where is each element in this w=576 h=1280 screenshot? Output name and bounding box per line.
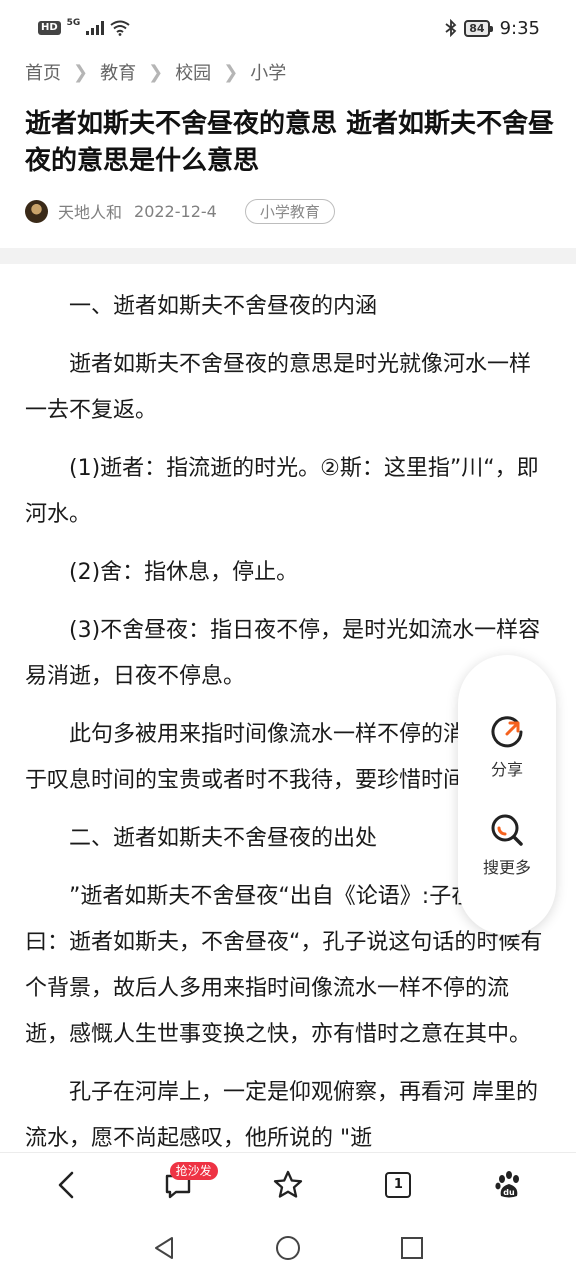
- search-more-label: 搜更多: [482, 858, 531, 877]
- page-title: 逝者如斯夫不舍昼夜的意思 逝者如斯夫不舍昼夜的意思是什么意思: [25, 109, 555, 176]
- category-tag[interactable]: 小学教育: [244, 198, 335, 224]
- search-icon: [491, 814, 523, 846]
- tabs-button[interactable]: 1: [368, 1159, 428, 1211]
- breadcrumb-home[interactable]: 首页: [25, 59, 61, 85]
- baidu-paw-icon: du: [495, 1170, 519, 1197]
- author-name[interactable]: 天地人和: [58, 199, 122, 223]
- breadcrumb-primary-school[interactable]: 小学: [250, 59, 286, 85]
- author-avatar[interactable]: [25, 199, 48, 223]
- share-icon: [491, 716, 523, 748]
- star-icon: [273, 1170, 303, 1198]
- favorite-button[interactable]: [258, 1159, 318, 1211]
- bluetooth-icon: [445, 19, 457, 37]
- chevron-right-icon: ❯: [148, 61, 164, 83]
- signal-icon: [86, 21, 105, 35]
- breadcrumb-education[interactable]: 教育: [100, 59, 136, 85]
- network-type: 5G: [66, 18, 81, 28]
- floating-action-panel: 分享 搜更多: [458, 655, 556, 935]
- article-paragraph: (2)舍：指休息，停止。: [69, 560, 299, 585]
- chevron-right-icon: ❯: [73, 61, 89, 83]
- nav-back-icon[interactable]: [150, 1234, 178, 1262]
- system-nav-bar: [0, 1216, 576, 1280]
- status-right: 84 9:35: [444, 18, 540, 39]
- chevron-right-icon: ❯: [223, 61, 239, 83]
- share-button[interactable]: 分享: [487, 712, 527, 780]
- tab-count: 1: [385, 1171, 412, 1198]
- comment-button[interactable]: 抢沙发: [148, 1159, 218, 1211]
- article-paragraph: 逝者如斯夫不舍昼夜的意思是时光就像河水一样一去不复返。: [25, 352, 532, 423]
- hd-badge: HD: [38, 21, 61, 35]
- svg-text:du: du: [503, 1188, 515, 1197]
- battery-icon: 84: [464, 19, 493, 37]
- bottom-toolbar: 抢沙发 1 du: [0, 1152, 576, 1216]
- breadcrumb-campus[interactable]: 校园: [175, 59, 211, 85]
- search-more-button[interactable]: 搜更多: [483, 810, 531, 878]
- section-divider: [0, 248, 576, 264]
- chevron-left-icon: [58, 1171, 74, 1198]
- article-paragraph: (1)逝者：指流逝的时光。②斯：这里指”川“，即河水。: [25, 456, 539, 527]
- comment-badge: 抢沙发: [169, 1161, 218, 1180]
- app-root: HD 5G 84 9:35 首页 ❯ 教育 ❯ 校园 ❯ 小学 逝者如斯夫不舍昼: [0, 0, 576, 1280]
- publish-date: 2022-12-4: [134, 201, 217, 221]
- nav-recents-icon[interactable]: [398, 1234, 426, 1262]
- article-meta: 天地人和 2022-12-4 小学教育: [25, 196, 335, 226]
- baidu-home-button[interactable]: du: [479, 1159, 539, 1211]
- status-left: HD 5G: [38, 18, 130, 36]
- status-bar: HD 5G 84 9:35: [0, 0, 576, 56]
- nav-home-icon[interactable]: [274, 1234, 302, 1262]
- back-button[interactable]: [37, 1159, 97, 1211]
- wifi-icon: [110, 20, 130, 36]
- article-paragraph: 一、逝者如斯夫不舍昼夜的内涵: [69, 294, 378, 319]
- breadcrumb: 首页 ❯ 教育 ❯ 校园 ❯ 小学: [25, 56, 286, 88]
- share-label: 分享: [490, 760, 523, 779]
- status-time: 9:35: [499, 17, 540, 39]
- article-paragraph: 孔子在河岸上，一定是仰观俯察，再看河 岸里的流水，愿不尚起感叹，他所说的 "逝: [25, 1080, 538, 1151]
